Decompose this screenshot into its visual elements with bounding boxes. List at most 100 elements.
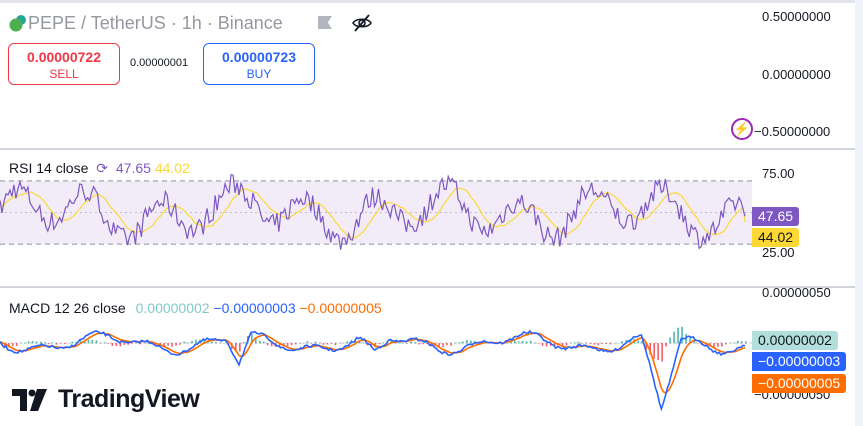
eye-off-icon[interactable] bbox=[351, 13, 373, 33]
macd-hist-bar bbox=[362, 342, 365, 344]
macd-hist-bar bbox=[11, 343, 14, 347]
macd-hist-bar bbox=[462, 341, 464, 344]
macd-hist-bar bbox=[107, 343, 110, 344]
macd-hist-bar bbox=[422, 343, 424, 345]
sell-label: SELL bbox=[49, 67, 79, 81]
macd-hist-bar bbox=[717, 343, 719, 347]
symbol-title[interactable]: PEPE / TetherUS · 1h · Binance bbox=[28, 13, 283, 34]
macd-hist-bar bbox=[103, 342, 106, 344]
spread-value: 0.00000001 bbox=[130, 57, 189, 69]
macd-label: MACD 12 26 close bbox=[9, 300, 126, 316]
macd-hist-bar bbox=[458, 342, 460, 344]
macd-hist-bar bbox=[521, 340, 524, 344]
macd-hist-bar bbox=[47, 343, 50, 345]
tradingview-wordmark: TradingView bbox=[58, 385, 200, 413]
macd-hist-bar bbox=[67, 342, 70, 344]
buy-button[interactable]: 0.00000723 BUY bbox=[203, 43, 315, 85]
sell-button[interactable]: 0.00000722 SELL bbox=[8, 43, 120, 85]
price-tick: −0.50000000 bbox=[754, 124, 831, 139]
macd-hist-bar bbox=[517, 341, 520, 344]
macd-hist-bar bbox=[239, 343, 241, 352]
rsi-label: RSI 14 close bbox=[9, 160, 89, 176]
macd-hist-bar bbox=[382, 342, 385, 344]
rsi-legend: RSI 14 close ⟳ 47.65 44.02 bbox=[9, 160, 190, 177]
macd-hist-bar bbox=[398, 342, 400, 344]
tradingview-mark-icon bbox=[12, 388, 47, 411]
macd-hist-bar bbox=[617, 342, 620, 344]
right-scroll-edge bbox=[855, 0, 863, 426]
rsi-tick: 75.00 bbox=[762, 166, 795, 181]
macd-hist-bar bbox=[673, 331, 675, 344]
macd-hist-bar bbox=[322, 343, 325, 345]
macd-hist-bar bbox=[183, 341, 185, 344]
price-axis[interactable]: 0.50000000 0.00000000 −0.50000000 bbox=[752, 0, 855, 148]
buy-label: BUY bbox=[246, 67, 272, 81]
macd-hist-bar bbox=[733, 342, 735, 344]
macd-hist-bar bbox=[143, 342, 146, 344]
refresh-icon[interactable]: ⟳ bbox=[96, 160, 108, 176]
macd-hist-bar bbox=[270, 343, 273, 347]
rsi-legend-ma: 44.02 bbox=[154, 160, 190, 176]
macd-hist-bar bbox=[378, 343, 381, 345]
macd-signal-tag: −0.00000005 bbox=[752, 374, 847, 393]
macd-hist-bar bbox=[338, 342, 341, 344]
macd-hist-bar bbox=[681, 326, 683, 344]
macd-hist-bar bbox=[306, 341, 309, 344]
macd-hist-bar bbox=[613, 342, 616, 344]
macd-hist-bar bbox=[721, 343, 723, 347]
macd-hist-bar bbox=[223, 342, 225, 344]
flag-icon[interactable] bbox=[318, 16, 332, 29]
macd-hist-bar bbox=[545, 343, 548, 347]
macd-hist-bar bbox=[87, 339, 90, 344]
macd-hist-bar bbox=[302, 342, 305, 344]
macd-hist-bar bbox=[286, 343, 289, 347]
macd-hist-bar bbox=[593, 343, 596, 345]
price-tick: 0.50000000 bbox=[762, 9, 831, 24]
macd-hist-bar bbox=[123, 343, 126, 345]
macd-hist-bar bbox=[661, 343, 663, 362]
macd-hist-bar bbox=[653, 343, 655, 359]
macd-hist-bar bbox=[187, 342, 189, 344]
macd-signal-line bbox=[0, 332, 746, 394]
rsi-value-tag: 47.65 bbox=[752, 207, 800, 226]
macd-hist-bar bbox=[27, 341, 30, 344]
macd-hist-bar bbox=[167, 343, 169, 346]
rsi-tick: 25.00 bbox=[762, 245, 795, 260]
macd-hist-bar bbox=[402, 342, 404, 344]
macd-hist-bar bbox=[597, 343, 600, 346]
macd-legend-signal: −0.00000005 bbox=[299, 300, 382, 316]
macd-legend: MACD 12 26 close 0.00000002 −0.00000003 … bbox=[9, 300, 382, 316]
macd-hist-bar bbox=[665, 343, 667, 347]
pepe-logo bbox=[9, 15, 26, 32]
lightning-icon[interactable]: ⚡ bbox=[731, 118, 753, 140]
macd-hist-bar bbox=[442, 343, 444, 348]
macd-hist-bar bbox=[171, 343, 173, 347]
macd-tick: 0.00000050 bbox=[762, 285, 831, 300]
macd-legend-hist: 0.00000002 bbox=[135, 300, 210, 316]
macd-line-tag: −0.00000003 bbox=[752, 352, 847, 371]
macd-hist-bar bbox=[266, 343, 269, 346]
tradingview-logo[interactable]: TradingView bbox=[12, 385, 200, 414]
rsi-legend-value: 47.65 bbox=[115, 160, 151, 176]
macd-hist-bar bbox=[537, 343, 540, 344]
rsi-ma-tag: 44.02 bbox=[752, 228, 800, 247]
macd-hist-bar bbox=[418, 343, 420, 345]
macd-hist-bar bbox=[577, 341, 580, 344]
macd-hist-bar bbox=[243, 342, 245, 344]
macd-legend-macd: −0.00000003 bbox=[213, 300, 296, 316]
top-border bbox=[0, 0, 863, 3]
macd-hist-bar bbox=[342, 342, 345, 344]
macd-hist-bar bbox=[677, 327, 679, 344]
macd-hist-bar bbox=[637, 340, 640, 344]
macd-hist-bar bbox=[737, 340, 739, 344]
macd-hist-bar bbox=[713, 343, 715, 348]
macd-hist-tag: 0.00000002 bbox=[752, 331, 838, 350]
macd-hist-bar bbox=[541, 343, 544, 346]
macd-hist-bar bbox=[657, 343, 659, 361]
macd-hist-bar bbox=[697, 343, 699, 344]
macd-hist-bar bbox=[31, 341, 34, 344]
sell-price: 0.00000722 bbox=[27, 49, 101, 65]
macd-hist-bar bbox=[51, 342, 54, 344]
macd-hist-bar bbox=[262, 341, 265, 344]
price-tick: 0.00000000 bbox=[762, 67, 831, 82]
